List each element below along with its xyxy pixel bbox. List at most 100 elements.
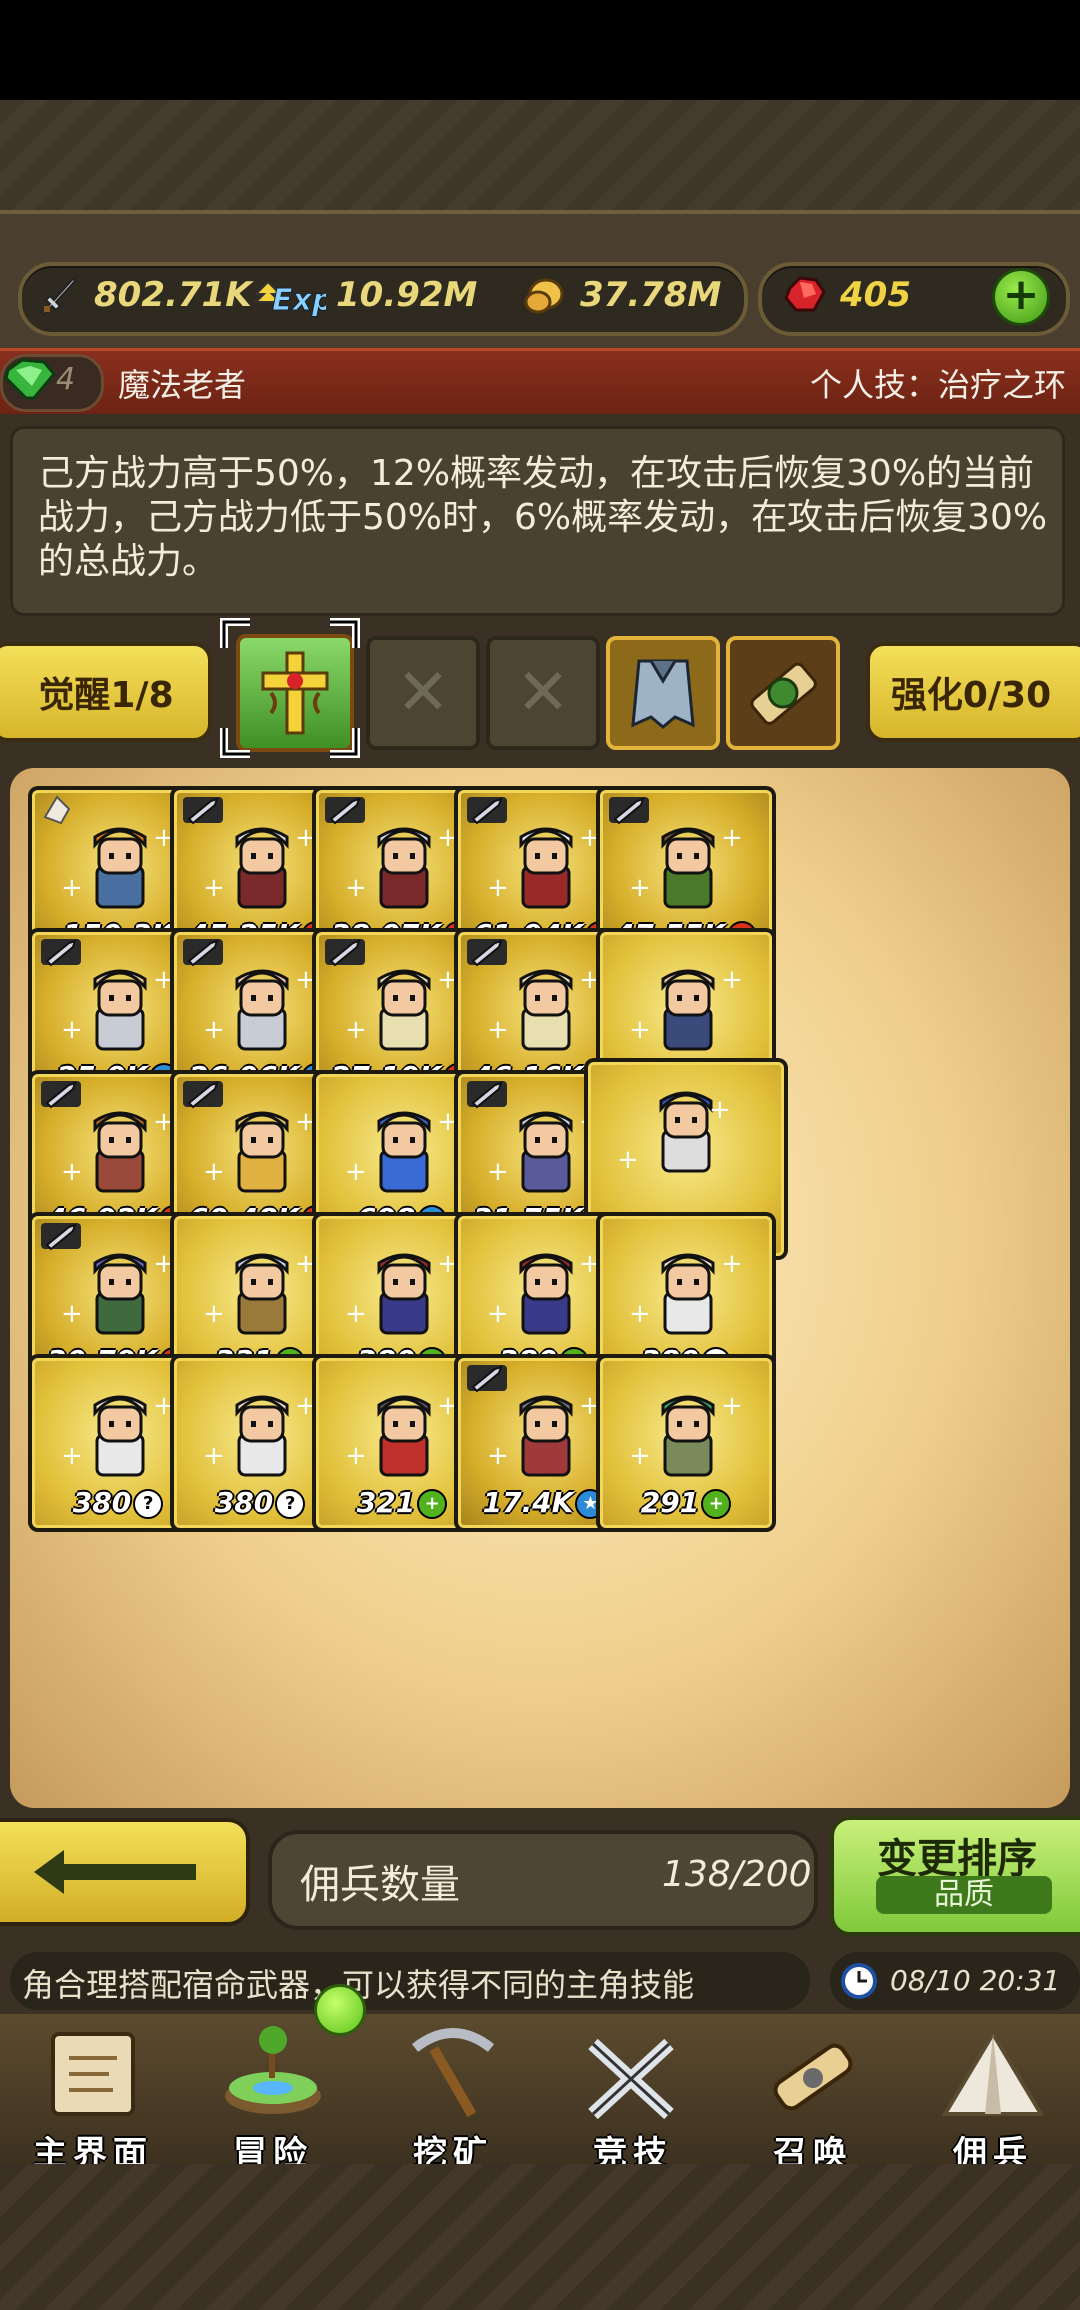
sparkle-icon: + [345, 873, 367, 903]
hero-power-value: 17.4K [482, 1486, 574, 1519]
weapon-equipped-icon [467, 1365, 507, 1393]
sparkle-icon: + [345, 1015, 367, 1045]
gold-value: 37.78M [580, 275, 722, 315]
notification-dot [314, 1984, 366, 2036]
hero-card[interactable]: + +291 + [596, 1354, 776, 1532]
selection-bracket [220, 618, 360, 758]
enhance-button[interactable]: 强化0/30 [866, 642, 1080, 742]
sparkle-icon: + [487, 1299, 509, 1329]
hero-level: 4 [56, 362, 76, 397]
skill-description: 己方战力高于50%，12%概率发动，在攻击后恢复30%的当前战力，己方战力低于5… [38, 453, 1048, 582]
scroll-map-icon [51, 2032, 135, 2116]
sparkle-icon: + [487, 1015, 509, 1045]
exp-value: 10.92M [336, 275, 478, 315]
sparkle-icon: + [203, 1299, 225, 1329]
hero-power-value: 291 [640, 1486, 700, 1519]
weapon-equipped-icon [325, 797, 365, 825]
sparkle-icon: + [61, 1157, 83, 1187]
hero-skill-label: 个人技：治疗之环 [809, 366, 1066, 404]
footer-background [0, 2164, 1080, 2310]
sparkle-icon: + [61, 1015, 83, 1045]
armor-slot[interactable] [606, 636, 720, 750]
sparkle-icon: + [721, 965, 743, 995]
scroll-icon [750, 662, 817, 725]
tent-icon [941, 2030, 1045, 2116]
sparkle-icon: + [709, 1095, 731, 1125]
status-bar [0, 0, 1080, 100]
weapon-slot-empty-2[interactable]: ✕ [486, 636, 600, 750]
weapon-equipped-icon [183, 939, 223, 967]
back-button[interactable] [0, 1818, 250, 1926]
weapon-equipped-icon [41, 1081, 81, 1109]
gold-resource: 37.78M [520, 272, 721, 318]
sparkle-icon: + [203, 1157, 225, 1187]
hero-power-value: 380 [214, 1486, 274, 1519]
back-arrow-icon [34, 1850, 196, 1894]
hero-power-value: 380 [72, 1486, 132, 1519]
hero-name: 魔法老者 [118, 366, 247, 404]
hero-power: 291 + [603, 1486, 769, 1519]
exp-icon: Exp [254, 272, 326, 318]
nav-island[interactable]: 冒险 [188, 2020, 358, 2174]
cloak-icon [631, 659, 695, 729]
sparkle-icon: + [721, 823, 743, 853]
question-icon: ? [133, 1489, 164, 1519]
green-gem-icon [4, 358, 56, 400]
hero-grid: ++150.3K++45.25K↗++38.07K↗++61.94K↗++47.… [10, 768, 1070, 1808]
hero-card-frame: + +291 + [600, 1358, 772, 1528]
sparkle-icon: + [487, 873, 509, 903]
sword-icon [34, 272, 84, 318]
nav-scroll-map[interactable]: 主界面 [8, 2020, 178, 2174]
weapon-equipped-icon [467, 939, 507, 967]
sparkle-icon: + [629, 1299, 651, 1329]
sparkle-icon: + [203, 873, 225, 903]
clock-time: 08/10 20:31 [890, 1964, 1061, 1997]
question-icon: ? [275, 1489, 306, 1519]
clock-icon [841, 1963, 877, 1999]
pickaxe-icon [411, 2028, 495, 2118]
weapon-equipped-icon [325, 939, 365, 967]
sparkle-icon: + [487, 1157, 509, 1187]
crossed-swords-icon [588, 2038, 674, 2120]
scroll-slot[interactable] [726, 636, 840, 750]
summon-scroll-icon [773, 2043, 853, 2111]
crystal-icon [43, 795, 71, 825]
island-icon [225, 2026, 321, 2114]
sparkle-icon: + [629, 873, 651, 903]
weapon-equipped-icon [467, 1081, 507, 1109]
sparkle-icon: + [203, 1015, 225, 1045]
svg-text:Exp: Exp [272, 283, 326, 318]
weapon-equipped-icon [183, 797, 223, 825]
weapon-equipped-icon [41, 1223, 81, 1251]
sparkle-icon: + [487, 1441, 509, 1471]
weapon-equipped-icon [609, 797, 649, 825]
exp-resource: Exp 10.92M [254, 272, 477, 318]
sparkle-icon: + [345, 1441, 367, 1471]
sparkle-icon: + [721, 1249, 743, 1279]
map-background [0, 100, 1080, 210]
sort-mode-label: 品质 [876, 1876, 1052, 1914]
hero-count-value: 138/200 [662, 1854, 812, 1895]
sparkle-icon: + [345, 1299, 367, 1329]
hero-power-value: 321 [356, 1486, 416, 1519]
sparkle-icon: + [629, 1015, 651, 1045]
add-gems-button[interactable]: + [992, 268, 1050, 326]
sparkle-icon: + [61, 1441, 83, 1471]
weapon-equipped-icon [467, 797, 507, 825]
gem-value: 405 [840, 275, 911, 315]
weapon-slot-empty-1[interactable]: ✕ [366, 636, 480, 750]
attack-value: 802.71K [94, 275, 252, 315]
weapon-equipped-icon [41, 939, 81, 967]
awaken-button[interactable]: 觉醒1/8 [0, 642, 212, 742]
nav-tent[interactable]: 佣兵 [908, 2020, 1078, 2174]
nav-crossed-swords[interactable]: 竞技 [548, 2020, 718, 2174]
sparkle-icon: + [721, 1391, 743, 1421]
nav-pickaxe[interactable]: 挖矿 [368, 2020, 538, 2174]
hero-count-label: 佣兵数量 [300, 1862, 460, 1908]
ruby-icon [780, 272, 830, 318]
sparkle-icon: + [617, 1145, 639, 1175]
weapon-equipped-icon [183, 1081, 223, 1109]
plus-icon: + [701, 1489, 732, 1519]
sparkle-icon: + [345, 1157, 367, 1187]
nav-summon-scroll[interactable]: 召唤 [728, 2020, 898, 2174]
